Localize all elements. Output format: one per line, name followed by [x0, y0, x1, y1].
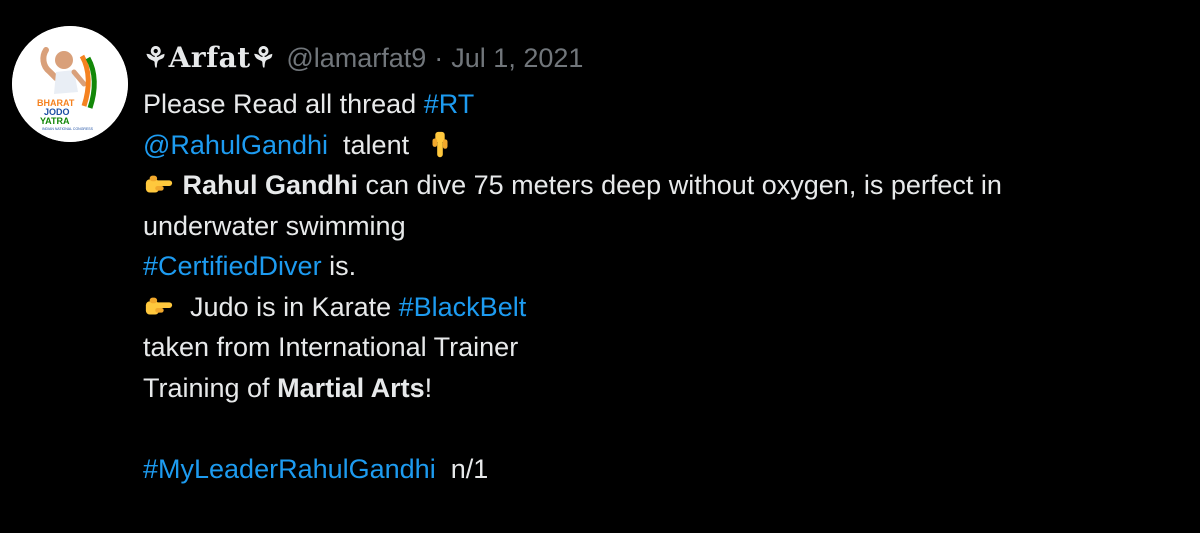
hashtag-certifieddiver[interactable]: #CertifiedDiver: [143, 251, 322, 281]
tweet-line: Please Read all thread #RT: [143, 84, 1193, 125]
avatar[interactable]: BHARAT JODO YATRA INDIAN NATIONAL CONGRE…: [12, 26, 128, 142]
pointing-right-hand-icon: [145, 175, 173, 193]
text-segment: taken from International Trainer: [143, 332, 519, 362]
bold-martial-arts: Martial Arts: [277, 372, 425, 403]
tweet-line: #MyLeaderRahulGandhi n/1: [143, 449, 1193, 490]
avatar-text-congress: INDIAN NATIONAL CONGRESS: [42, 127, 94, 131]
text-segment: Training of: [143, 372, 278, 403]
tweet-line: Rahul Gandhi can dive 75 meters deep wit…: [143, 165, 1193, 206]
avatar-text-yatra: YATRA: [40, 116, 70, 126]
tweet-line: #CertifiedDiver is.: [143, 246, 1193, 287]
text-segment: talent: [328, 129, 417, 160]
text-segment: underwater swimming: [143, 210, 406, 241]
tweet-date[interactable]: Jul 1, 2021: [451, 38, 583, 78]
tweet-header: ⚘Arfat⚘ @lamarfat9 · Jul 1, 2021: [143, 38, 583, 78]
hashtag-rt[interactable]: #RT: [424, 89, 475, 119]
text-segment: n/1: [435, 453, 489, 484]
tweet-line: Training of Martial Arts!: [143, 368, 1193, 409]
user-handle[interactable]: @lamarfat9: [286, 38, 426, 78]
tweet-line: @RahulGandhi talent: [143, 125, 1193, 166]
text-segment: Judo is in Karate: [182, 291, 399, 322]
tweet-text: Please Read all thread #RT @RahulGandhi …: [143, 84, 1193, 489]
display-name[interactable]: ⚘Arfat⚘: [143, 38, 276, 78]
tweet-line: taken from International Trainer: [143, 327, 1193, 368]
text-segment: is.: [321, 251, 357, 281]
text-segment: can dive 75 meters deep without oxygen, …: [358, 170, 1002, 200]
tweet-line: Judo is in Karate #BlackBelt: [143, 287, 1193, 328]
hashtag-blackbelt[interactable]: #BlackBelt: [399, 292, 527, 322]
tweet-line: underwater swimming: [143, 206, 1193, 247]
mention-rahulgandhi[interactable]: @RahulGandhi: [143, 130, 328, 160]
hashtag-myleaderrahulgandhi[interactable]: #MyLeaderRahulGandhi: [143, 454, 436, 484]
pointing-down-hand-icon: [432, 131, 448, 157]
tweet[interactable]: BHARAT JODO YATRA INDIAN NATIONAL CONGRE…: [0, 0, 1200, 533]
avatar-image: BHARAT JODO YATRA INDIAN NATIONAL CONGRE…: [12, 26, 128, 142]
text-segment: Please Read all thread: [143, 89, 424, 119]
text-segment: !: [424, 372, 433, 403]
pointing-right-hand-icon: [145, 297, 173, 314]
separator-dot: ·: [434, 43, 444, 73]
bold-name: Rahul Gandhi: [182, 170, 359, 200]
